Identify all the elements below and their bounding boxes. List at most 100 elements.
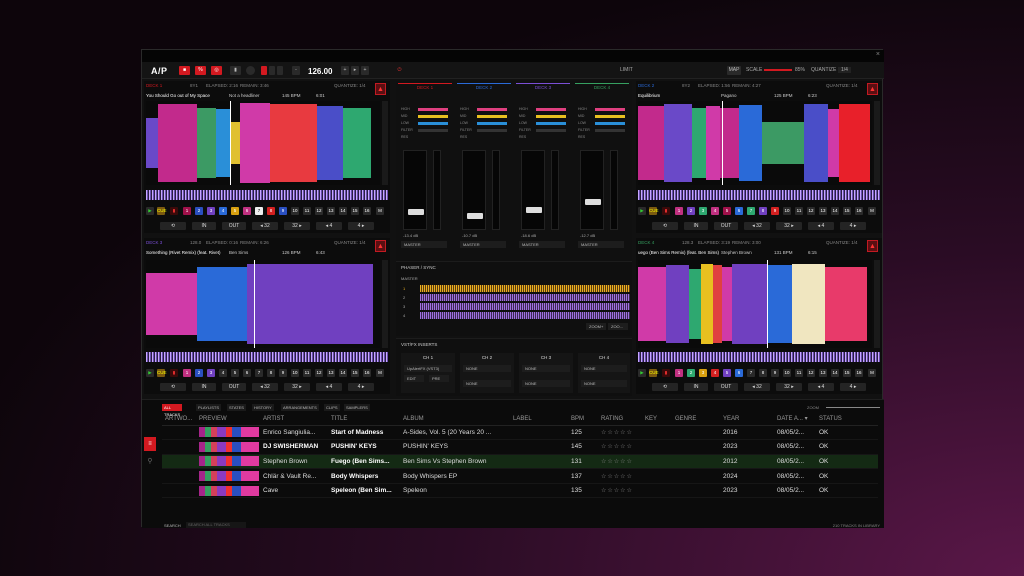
overview-waveform[interactable] <box>146 190 388 200</box>
tab-clips[interactable]: CLIPS <box>324 404 340 411</box>
pitch-slider[interactable] <box>382 101 388 185</box>
loop-in-button[interactable]: IN <box>192 383 216 391</box>
channel-label[interactable]: DECK 4 <box>575 83 629 91</box>
fx-button[interactable]: % <box>195 66 206 75</box>
pitch-slider[interactable] <box>874 260 880 348</box>
tab-states[interactable]: STATES <box>227 404 246 411</box>
preview-waveform[interactable] <box>199 427 259 438</box>
eq-high[interactable] <box>418 108 448 111</box>
waveform[interactable] <box>638 101 872 185</box>
tab-arrangements[interactable]: ARRANGEMENTS <box>281 404 319 411</box>
output-select[interactable]: MASTER <box>578 241 624 248</box>
loop-icon[interactable]: ⟲ <box>652 222 678 230</box>
loop-double-button[interactable]: 32 ▸ <box>776 222 802 230</box>
beatjump-back-button[interactable]: ◂ 4 <box>316 383 342 391</box>
eq-low[interactable] <box>595 122 625 125</box>
overview-waveform[interactable] <box>638 190 880 200</box>
power-icon[interactable]: ⏻ <box>396 66 403 75</box>
col-genre[interactable]: GENRE <box>672 413 720 426</box>
output-select[interactable]: MASTER <box>519 241 565 248</box>
waveform[interactable] <box>146 101 380 185</box>
beatjump-fwd-button[interactable]: 4 ▸ <box>348 383 374 391</box>
record-button[interactable]: ■ <box>179 66 190 75</box>
bpm-down-button[interactable]: + <box>341 66 349 75</box>
fx-select[interactable]: NONE <box>581 365 627 372</box>
loop-halve-button[interactable]: ◂ 32 <box>252 383 278 391</box>
fx-select[interactable]: UpAlertFX (VST3) <box>404 365 452 372</box>
quantize-select[interactable]: 1/4 <box>838 67 851 73</box>
tab-history[interactable]: HISTORY <box>252 404 274 411</box>
eq-low[interactable] <box>418 122 448 125</box>
col-status[interactable]: STATUS <box>816 413 878 426</box>
col-date-added[interactable]: DATE A... ▾ <box>774 413 816 426</box>
beatjump-fwd-button[interactable]: 4 ▸ <box>840 383 866 391</box>
target-button[interactable]: ◎ <box>211 66 222 75</box>
filter-knob[interactable] <box>477 129 507 132</box>
rating-stars[interactable]: ☆☆☆☆☆ <box>598 454 642 470</box>
loop-icon[interactable]: ⟲ <box>652 383 678 391</box>
filter-icon[interactable]: ⚲ <box>144 457 156 471</box>
loop-out-button[interactable]: OUT <box>714 383 738 391</box>
rating-stars[interactable]: ☆☆☆☆☆ <box>598 425 642 441</box>
bpm-plus-button[interactable]: + <box>361 66 369 75</box>
eject-button[interactable]: ▲ <box>375 240 386 252</box>
loop-out-button[interactable]: OUT <box>222 222 246 230</box>
rating-stars[interactable]: ☆☆☆☆☆ <box>598 468 642 484</box>
loop-halve-button[interactable]: ◂ 32 <box>744 222 770 230</box>
preview-waveform[interactable] <box>199 456 259 467</box>
loop-double-button[interactable]: 32 ▸ <box>284 383 310 391</box>
loop-double-button[interactable]: 32 ▸ <box>284 222 310 230</box>
col-album[interactable]: ALBUM <box>400 413 510 426</box>
table-row[interactable]: Chlär & Vault Re... Body Whispers Body Wh… <box>162 468 878 484</box>
fx-select-2[interactable]: NONE <box>581 380 627 387</box>
eq-mid[interactable] <box>418 115 448 118</box>
bpm-up-button[interactable]: ▸ <box>351 66 359 75</box>
col-key[interactable]: KEY <box>642 413 672 426</box>
beatjump-back-button[interactable]: ◂ 4 <box>808 222 834 230</box>
rating-stars[interactable]: ☆☆☆☆☆ <box>598 483 642 499</box>
pitch-slider[interactable] <box>874 101 880 185</box>
loop-double-button[interactable]: 32 ▸ <box>776 383 802 391</box>
eq-mid[interactable] <box>536 115 566 118</box>
channel-label[interactable]: DECK 2 <box>457 83 511 91</box>
fx-select[interactable]: NONE <box>463 365 511 372</box>
col-title[interactable]: TITLE <box>328 413 400 426</box>
scale-slider[interactable] <box>764 69 792 71</box>
tab-all-tracks[interactable]: ALL TRACKS <box>162 404 183 417</box>
lock-icon[interactable]: ▮ <box>230 66 241 75</box>
loop-icon[interactable]: ⟲ <box>160 383 186 391</box>
overview-waveform[interactable] <box>638 352 880 362</box>
col-artwork[interactable]: ARTWO... <box>162 413 196 426</box>
folder-icon[interactable]: ≡ <box>144 437 156 451</box>
col-label[interactable]: LABEL <box>510 413 568 426</box>
table-row[interactable]: Cave Speleon (Ben Sim... Speleon 135 ☆☆☆☆☆… <box>162 483 878 499</box>
rating-stars[interactable]: ☆☆☆☆☆ <box>598 439 642 455</box>
preview-waveform[interactable] <box>199 485 259 496</box>
zoom-slider[interactable] <box>826 407 880 408</box>
col-year[interactable]: YEAR <box>720 413 774 426</box>
fx-select-2[interactable]: NONE <box>463 380 511 387</box>
eq-low[interactable] <box>536 122 566 125</box>
waveform[interactable] <box>638 260 872 348</box>
filter-knob[interactable] <box>595 129 625 132</box>
overview-waveform[interactable] <box>146 352 388 362</box>
filter-knob[interactable] <box>536 129 566 132</box>
channel-label[interactable]: DECK 3 <box>516 83 570 91</box>
eject-button[interactable]: ▲ <box>375 83 386 95</box>
output-select[interactable]: MASTER <box>460 241 506 248</box>
waveform[interactable] <box>146 260 380 348</box>
pitch-slider[interactable] <box>382 260 388 348</box>
beatjump-fwd-button[interactable]: 4 ▸ <box>840 222 866 230</box>
channel-fader[interactable] <box>403 150 427 230</box>
col-rating[interactable]: RATING <box>598 413 642 426</box>
channel-fader[interactable] <box>580 150 604 230</box>
channel-fader[interactable] <box>462 150 486 230</box>
preview-waveform[interactable] <box>199 441 259 452</box>
tab-playlists[interactable]: PLAYLISTS <box>196 404 222 411</box>
channel-fader[interactable] <box>521 150 545 230</box>
beatjump-fwd-button[interactable]: 4 ▸ <box>348 222 374 230</box>
col-artist[interactable]: ARTIST <box>260 413 328 426</box>
fx-select[interactable]: NONE <box>522 365 570 372</box>
zoom-out-button[interactable]: ZOO... <box>608 323 628 330</box>
eq-low[interactable] <box>477 122 507 125</box>
